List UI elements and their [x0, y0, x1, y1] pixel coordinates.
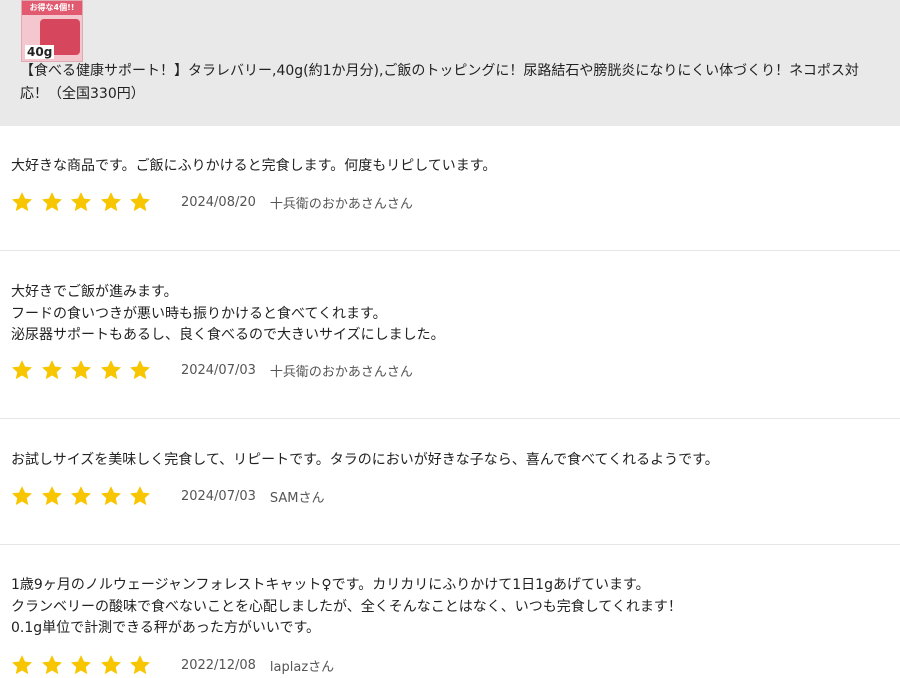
- review-item: お試しサイズを美味しく完食して、リピートです。タラのにおいが好きな子なら、喜んで…: [0, 419, 900, 545]
- star-icon: [100, 654, 122, 676]
- star-rating: [11, 191, 159, 213]
- review-meta: 2024/07/03 十兵衛のおかあさんさん: [11, 358, 413, 382]
- star-icon: [70, 485, 92, 507]
- review-item: 1歳9ヶ月のノルウェージャンフォレストキャット♀です。カリカリにふりかけて1日1…: [0, 545, 900, 678]
- star-icon: [11, 485, 33, 507]
- star-icon: [70, 191, 92, 213]
- star-rating: [11, 485, 159, 507]
- star-icon: [129, 359, 151, 381]
- review-item: 大好きでご飯が進みます。 フードの食いつきが悪い時も振りかけると食べてくれます。…: [0, 251, 900, 419]
- star-icon: [100, 485, 122, 507]
- review-author: SAMさん: [269, 490, 325, 506]
- star-icon: [129, 654, 151, 676]
- star-icon: [129, 485, 151, 507]
- star-icon: [100, 359, 122, 381]
- review-meta: 2022/12/08 laplazさん: [11, 653, 334, 677]
- star-icon: [70, 654, 92, 676]
- thumbnail-weight-label: 40g: [25, 45, 55, 59]
- product-thumbnail[interactable]: お得な4個!! 40g: [21, 0, 83, 62]
- star-rating: [11, 654, 159, 676]
- star-icon: [41, 485, 63, 507]
- product-title[interactable]: 【食べる健康サポート！】タラレバリー,40g(約1か月分),ご飯のトッピングに！…: [20, 60, 880, 106]
- star-icon: [41, 654, 63, 676]
- review-date: 2022/12/08: [180, 657, 256, 673]
- star-icon: [11, 654, 33, 676]
- star-icon: [70, 359, 92, 381]
- product-header: お得な4個!! 40g 【食べる健康サポート！】タラレバリー,40g(約1か月分…: [0, 0, 900, 126]
- star-icon: [11, 191, 33, 213]
- star-icon: [11, 359, 33, 381]
- review-author: laplazさん: [269, 659, 335, 675]
- review-date: 2024/08/20: [180, 194, 256, 210]
- review-item: 大好きな商品です。ご飯にふりかけると完食します。何度もリピしています。 2024…: [0, 126, 900, 251]
- review-author: 十兵衛のおかあさんさん: [269, 196, 413, 212]
- star-rating: [11, 359, 159, 381]
- review-meta: 2024/08/20 十兵衛のおかあさんさん: [11, 190, 413, 214]
- review-date: 2024/07/03: [180, 488, 256, 504]
- review-text: 大好きな商品です。ご飯にふりかけると完食します。何度もリピしています。: [11, 158, 497, 174]
- review-meta: 2024/07/03 SAMさん: [11, 484, 325, 508]
- star-icon: [41, 191, 63, 213]
- review-text: 1歳9ヶ月のノルウェージャンフォレストキャット♀です。カリカリにふりかけて1日1…: [11, 577, 682, 636]
- star-icon: [41, 359, 63, 381]
- review-author: 十兵衛のおかあさんさん: [269, 364, 413, 380]
- review-date: 2024/07/03: [180, 362, 256, 378]
- thumbnail-banner: お得な4個!!: [22, 1, 82, 15]
- review-text: 大好きでご飯が進みます。 フードの食いつきが悪い時も振りかけると食べてくれます。…: [11, 284, 445, 343]
- star-icon: [100, 191, 122, 213]
- review-text: お試しサイズを美味しく完食して、リピートです。タラのにおいが好きな子なら、喜んで…: [11, 452, 719, 468]
- star-icon: [129, 191, 151, 213]
